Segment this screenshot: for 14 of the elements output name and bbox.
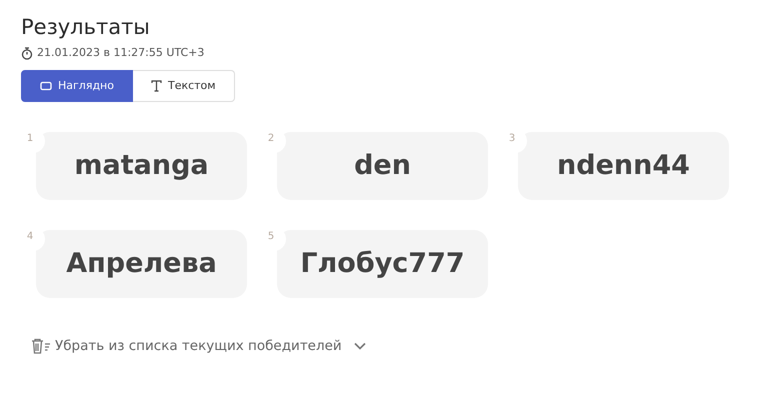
stopwatch-icon xyxy=(21,47,33,60)
winner-name: ndenn44 xyxy=(557,148,690,183)
rectangle-icon xyxy=(40,80,52,91)
view-tab[interactable]: Наглядно xyxy=(21,70,133,102)
remove-winners-button[interactable]: Убрать из списка текущих победителей xyxy=(31,336,368,356)
view-tab[interactable]: Текстом xyxy=(132,70,235,102)
page-title: Результаты xyxy=(21,14,151,41)
trash-icon xyxy=(31,338,51,354)
timestamp: 21.01.2023 в 11:27:55 UTC+3 xyxy=(37,45,204,62)
winner-name: Глобус777 xyxy=(300,246,465,281)
winner-name: matanga xyxy=(74,148,209,183)
winner-name: den xyxy=(354,148,411,183)
text-icon xyxy=(150,80,162,92)
winner-name: Апрелева xyxy=(66,246,217,281)
